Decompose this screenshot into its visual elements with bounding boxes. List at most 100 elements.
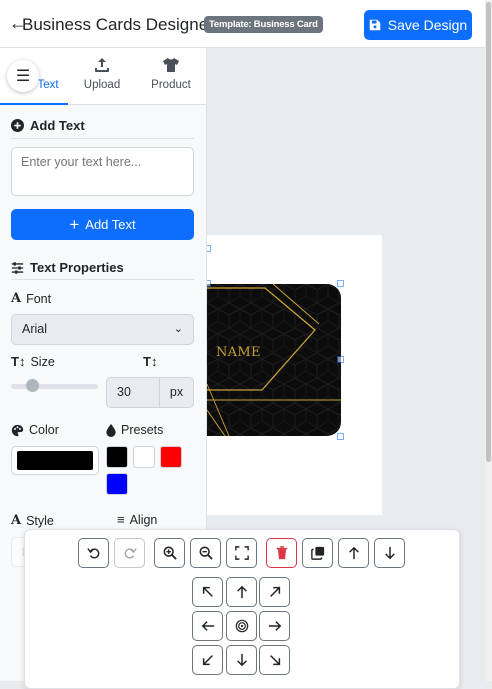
- arrow-up-right-icon: [269, 586, 280, 597]
- size-label: T↕ Size: [11, 354, 55, 369]
- send-backward-button[interactable]: [374, 538, 405, 568]
- redo-button[interactable]: [114, 538, 145, 568]
- color-label-text: Color: [29, 423, 59, 437]
- divider: [11, 138, 194, 139]
- arrow-up-icon: [236, 585, 247, 599]
- arrow-down-left-icon: [202, 655, 213, 666]
- font-select-value: Arial: [22, 322, 48, 336]
- scrollbar-thumb[interactable]: [486, 2, 491, 462]
- palette-icon: [11, 424, 24, 436]
- zoom-out-icon: [199, 546, 213, 560]
- save-design-button[interactable]: Save Design: [364, 10, 472, 40]
- floppy-disk-icon: [369, 19, 381, 31]
- nudge-up-left-button[interactable]: [192, 577, 223, 607]
- center-target-icon: [235, 619, 248, 633]
- size-unit: px: [159, 377, 194, 408]
- undo-button[interactable]: [78, 538, 109, 568]
- text-height-icon: T↕: [11, 354, 26, 369]
- undo-icon: [86, 548, 99, 559]
- fit-screen-button[interactable]: [226, 538, 257, 568]
- color-picker[interactable]: [11, 446, 99, 475]
- preset-black[interactable]: [106, 446, 128, 468]
- tshirt-icon: [137, 57, 205, 75]
- size-slider[interactable]: [11, 384, 98, 389]
- delete-button[interactable]: [266, 538, 297, 568]
- font-icon: A: [11, 291, 22, 306]
- center-button[interactable]: [226, 611, 257, 641]
- delete-icon: [276, 546, 287, 560]
- resize-handle[interactable]: [337, 433, 344, 440]
- upload-icon: [68, 57, 136, 75]
- add-text-heading: Add Text: [11, 118, 85, 133]
- color-label: Color: [11, 423, 59, 437]
- page-title: Business Cards Designer: [22, 15, 214, 34]
- redo-icon: [124, 548, 137, 559]
- divider: [11, 279, 194, 280]
- bring-forward-icon: [348, 546, 359, 560]
- card-artwork: [207, 284, 341, 436]
- nudge-up-button[interactable]: [226, 577, 257, 607]
- style-label-text: Style: [26, 513, 54, 528]
- tab-upload-label: Upload: [83, 79, 121, 91]
- tab-upload[interactable]: Upload: [68, 48, 136, 105]
- text-input[interactable]: [11, 147, 194, 196]
- preset-red[interactable]: [160, 446, 182, 468]
- hamburger-menu-icon[interactable]: ☰: [7, 60, 39, 92]
- arrow-left-icon: [201, 621, 214, 631]
- current-color-swatch: [17, 451, 93, 470]
- droplet-icon: [106, 423, 116, 437]
- fit-screen-icon: [234, 546, 249, 560]
- resize-handle[interactable]: [337, 356, 344, 363]
- sliders-icon: [11, 261, 24, 274]
- duplicate-icon: [310, 546, 324, 560]
- style-label: A Style: [11, 513, 54, 528]
- plus-icon: +: [69, 215, 80, 234]
- arrow-up-left-icon: [202, 586, 213, 597]
- align-label: ≡ Align: [117, 513, 157, 527]
- business-card-preview[interactable]: NAME: [207, 284, 341, 436]
- chevron-down-icon: ⌄: [173, 323, 183, 335]
- nudge-down-button[interactable]: [226, 645, 257, 675]
- nudge-down-right-button[interactable]: [259, 645, 290, 675]
- preset-white[interactable]: [133, 446, 155, 468]
- add-text-button[interactable]: + Add Text: [11, 209, 194, 240]
- font-label: A Font: [11, 291, 51, 306]
- text-height-icon: T↕: [143, 354, 158, 369]
- nudge-up-right-button[interactable]: [259, 577, 290, 607]
- arrow-right-icon: [268, 621, 281, 631]
- preset-blue[interactable]: [106, 473, 128, 495]
- zoom-in-button[interactable]: [154, 538, 185, 568]
- template-badge: Template: Business Card: [204, 16, 323, 33]
- tab-product[interactable]: Product: [137, 48, 205, 105]
- duplicate-button[interactable]: [302, 538, 333, 568]
- resize-handle[interactable]: [337, 280, 344, 287]
- nudge-left-button[interactable]: [192, 611, 223, 641]
- arrow-down-right-icon: [269, 655, 280, 666]
- send-backward-icon: [384, 546, 395, 560]
- text-properties-heading: Text Properties: [11, 260, 124, 275]
- size-input[interactable]: 30: [106, 377, 160, 408]
- nudge-down-left-button[interactable]: [192, 645, 223, 675]
- bring-forward-button[interactable]: [338, 538, 369, 568]
- font-icon: A: [11, 513, 22, 528]
- add-text-heading-label: Add Text: [30, 118, 85, 133]
- arrow-down-icon: [236, 653, 247, 667]
- page-scrollbar[interactable]: [485, 0, 492, 681]
- zoom-in-icon: [163, 546, 177, 560]
- align-left-icon: ≡: [117, 512, 125, 527]
- card-name-text[interactable]: NAME: [216, 345, 261, 360]
- save-design-label: Save Design: [387, 17, 468, 33]
- app-header: ← Business Cards Designer Template: Busi…: [0, 0, 485, 48]
- presets-label: Presets: [106, 423, 163, 437]
- sidebar-tabs: Text Upload Product ☰: [0, 48, 206, 105]
- zoom-out-button[interactable]: [190, 538, 221, 568]
- nudge-right-button[interactable]: [259, 611, 290, 641]
- font-label-text: Font: [26, 291, 52, 306]
- size-label-text: Size: [30, 354, 55, 369]
- size-slider-thumb[interactable]: [26, 379, 39, 392]
- plus-circle-icon: [11, 119, 24, 132]
- text-properties-heading-label: Text Properties: [30, 260, 124, 275]
- font-select[interactable]: Arial ⌄: [11, 314, 194, 345]
- align-label-text: Align: [129, 513, 158, 527]
- presets-label-text: Presets: [121, 423, 164, 437]
